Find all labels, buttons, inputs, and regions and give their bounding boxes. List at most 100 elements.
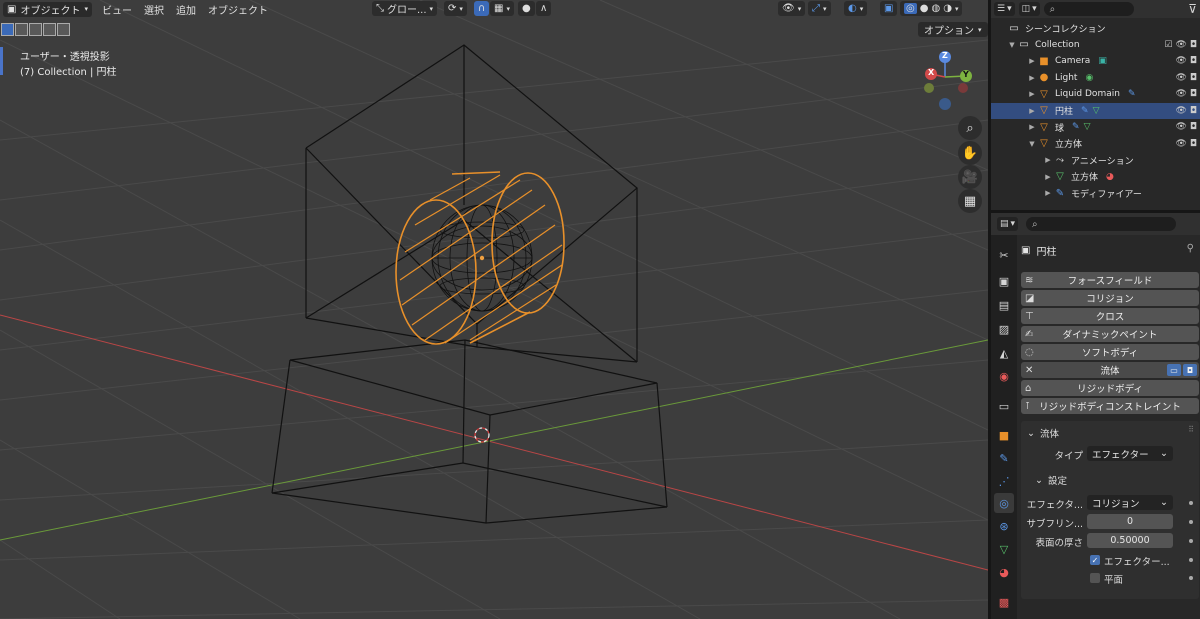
editor-type-select[interactable]: ☰ ▾ [994,2,1015,16]
expand-arrow-icon[interactable]: ▶ [1027,57,1037,65]
scene-collection-row[interactable]: ▭ シーンコレクション [991,20,1200,37]
3d-viewport[interactable]: Z X Y ▣ オブジェクト ▾ ビュー 選択 追加 オブジェクト ⤡ グロー.… [0,0,988,619]
outliner-row-cube[interactable]: ▼ ▽ 立方体 👁 ◘ [991,136,1200,153]
eye-icon[interactable]: 👁 [1175,73,1186,83]
wrench-icon[interactable]: ✎ [1081,106,1089,116]
editor-type-select[interactable]: ▤ ▾ [997,217,1019,231]
expand-arrow-icon[interactable]: ▶ [1043,156,1053,164]
mesh-data-tab-icon[interactable]: ▽ [994,539,1014,559]
pivot-point-select[interactable]: ⟳ ▾ [444,1,467,16]
filter-icon[interactable]: ⊽ [1188,2,1197,16]
keyframe-dot-icon[interactable] [1189,520,1193,524]
type-select[interactable]: エフェクター ⌄ [1087,446,1173,461]
keyframe-dot-icon[interactable] [1189,576,1193,580]
render-tab-icon[interactable]: ▣ [994,271,1014,291]
keyframe-dot-icon[interactable] [1189,539,1193,543]
dynamic-paint-button[interactable]: ✍ ダイナミックペイント [1021,326,1199,342]
select-intersect-icon[interactable] [57,23,70,36]
ortho-toggle-icon[interactable]: ▦ [958,189,982,213]
outliner-row-cube-mesh[interactable]: ▶ ▽ 立方体 ◕ [991,169,1200,186]
wrench-icon[interactable]: ✎ [1072,122,1080,132]
expand-arrow-icon[interactable]: ▼ [1007,41,1017,49]
collection-tab-icon[interactable]: ▭ [994,396,1014,416]
light-data-icon[interactable]: ◉ [1085,73,1093,83]
camera-render-icon[interactable]: ◘ [1190,73,1197,83]
constraints-tab-icon[interactable]: ⊛ [994,516,1014,536]
menu-select[interactable]: 選択 [138,2,170,17]
display-mode-select[interactable]: ◫ ▾ [1018,2,1040,16]
eye-icon[interactable]: 👁 [1175,89,1186,99]
texture-tab-icon[interactable]: ▩ [994,592,1014,612]
shading-modes[interactable]: ◎ ● ◍ ◑ ▾ [900,1,963,16]
expand-arrow-icon[interactable]: ▶ [1027,107,1037,115]
transform-orientation-select[interactable]: ⤡ グロー... ▾ [372,1,438,16]
outliner-row-cylinder[interactable]: ▶ ▽ 円柱 ✎ ▽ 👁 ◘ [991,102,1200,119]
checkbox-icon[interactable]: ☑ [1164,40,1172,50]
physics-tab-icon[interactable]: ◎ [994,493,1014,513]
solid-shading-icon[interactable]: ● [920,3,929,14]
camera-view-icon[interactable]: 🎥 [958,165,982,189]
gizmo-z-label[interactable]: Z [942,51,948,60]
material-icon[interactable]: ◕ [1106,172,1114,182]
menu-object[interactable]: オブジェクト [202,2,274,17]
material-tab-icon[interactable]: ◕ [994,562,1014,582]
options-dropdown[interactable]: オプション ▾ [918,22,988,37]
fluid-button[interactable]: ✕ 流体 ▭ ◘ [1021,362,1199,378]
camera-data-icon[interactable]: ▣ [1098,56,1107,66]
expand-arrow-icon[interactable]: ▶ [1027,90,1037,98]
outliner-row-light[interactable]: ▶ ● Light ◉ 👁 ◘ [991,70,1200,87]
view-layer-tab-icon[interactable]: ▨ [994,319,1014,339]
expand-arrow-icon[interactable]: ▶ [1027,123,1037,131]
effector-type-select[interactable]: コリジョン ⌄ [1087,495,1173,510]
overlays-toggle[interactable]: ◐ ▾ [844,1,868,16]
gizmo-toggle[interactable]: ⤢ ▾ [808,1,831,16]
wrench-icon[interactable]: ✎ [1128,89,1136,99]
eye-icon[interactable]: 👁 [1175,139,1186,149]
fluid-panel-header[interactable]: ⌄ 流体 [1027,426,1059,441]
camera-render-icon[interactable]: ◘ [1190,56,1197,66]
soft-body-button[interactable]: ◌ ソフトボディ [1021,344,1199,360]
wireframe-shading-icon[interactable]: ◎ [904,3,917,14]
outliner-row-liquid-domain[interactable]: ▶ ▽ Liquid Domain ✎ 👁 ◘ [991,86,1200,103]
mode-select[interactable]: ▣ オブジェクト ▾ [3,1,92,17]
rigid-body-button[interactable]: ⌂ リジッドボディ [1021,380,1199,396]
material-shading-icon[interactable]: ◍ [931,3,940,14]
proportional-edit-toggle[interactable]: ● [518,1,535,16]
menu-add[interactable]: 追加 [170,2,202,17]
camera-render-icon[interactable]: ◘ [1190,89,1197,99]
toolbar-edge[interactable] [0,47,3,75]
xray-toggle[interactable]: ▣ [880,1,898,16]
keyframe-dot-icon[interactable] [1189,558,1193,562]
outliner-row-camera[interactable]: ▶ ■ Camera ▣ 👁 ◘ [991,53,1200,70]
expand-arrow-icon[interactable]: ▼ [1027,140,1037,148]
rigid-body-constraint-button[interactable]: ⊺ リジッドボディコンストレイント [1021,398,1199,414]
snap-toggle[interactable]: ∩ [474,1,490,16]
outliner-search-input[interactable]: ⌕ [1043,2,1134,16]
cloth-button[interactable]: ⊤ クロス [1021,308,1199,324]
eye-icon[interactable]: 👁 [1175,122,1186,132]
falloff-select[interactable]: ∧ [536,1,552,16]
camera-render-icon[interactable]: ◘ [1190,40,1197,50]
plane-checkbox[interactable] [1090,573,1100,583]
collision-button[interactable]: ◪ コリジョン [1021,290,1199,306]
expand-arrow-icon[interactable]: ▶ [1043,173,1053,181]
camera-render-icon[interactable]: ◘ [1190,122,1197,132]
use-effector-checkbox[interactable]: ✓ [1090,555,1100,565]
eye-icon[interactable]: 👁 [1175,56,1186,66]
outliner-row-sphere[interactable]: ▶ ▽ 球 ✎ ▽ 👁 ◘ [991,119,1200,136]
close-icon[interactable]: ✕ [1025,365,1033,376]
snap-target-select[interactable]: ▦ ▾ [490,1,514,16]
keyframe-dot-icon[interactable] [1189,501,1193,505]
outliner-row-modifiers[interactable]: ▶ ✎ モディファイアー [991,185,1200,202]
gizmo-x-label[interactable]: X [928,68,934,77]
force-field-button[interactable]: ≋ フォースフィールド [1021,272,1199,288]
drag-handle-icon[interactable]: ⠿ [1188,425,1194,434]
zoom-icon[interactable]: ⌕ [958,116,982,140]
pan-hand-icon[interactable]: ✋ [958,141,982,165]
camera-render-icon[interactable]: ◘ [1190,106,1197,116]
particles-tab-icon[interactable]: ⋰ [994,471,1014,491]
select-extend-icon[interactable] [15,23,28,36]
gizmo-y-label[interactable]: Y [963,70,969,79]
eye-icon[interactable]: 👁 [1175,40,1186,50]
eye-icon[interactable]: 👁 [1175,106,1186,116]
